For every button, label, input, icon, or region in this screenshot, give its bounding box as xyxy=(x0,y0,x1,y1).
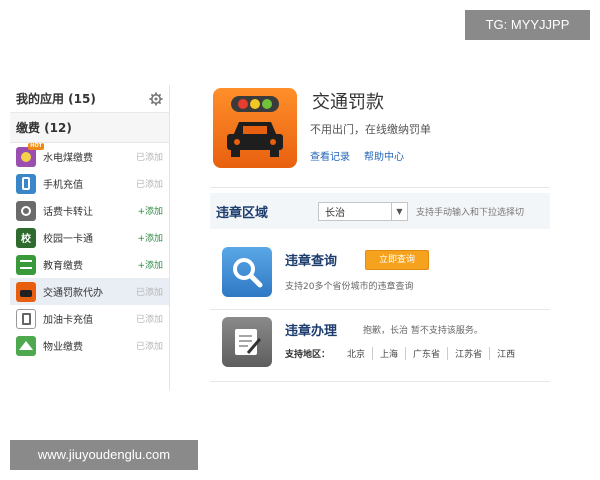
search-icon xyxy=(222,247,272,297)
violation-handle-title: 违章办理 xyxy=(285,324,338,339)
violation-query-subtitle: 支持20多个省份城市的违章查询 xyxy=(285,282,414,292)
phone-recharge-icon xyxy=(16,173,36,194)
sidebar-item-label: 交通罚款代办 xyxy=(43,288,103,299)
divider xyxy=(210,187,550,188)
region-item[interactable]: 广东省 xyxy=(406,347,449,360)
added-status: 已添加 xyxy=(135,342,163,352)
help-center-link[interactable]: 帮助中心 xyxy=(364,148,404,163)
sidebar-item-traffic-fine[interactable]: 交通罚款代办 已添加 xyxy=(10,278,169,305)
app-sidebar: 我的应用 (15) 缴费 (12) HOT 水电煤缴费 已添加 手机充值 已添加 xyxy=(10,85,170,390)
violation-handle-section: 违章办理 抱歉，长治 暂不支持该服务。 支持地区： 北京 上海 广东省 江苏省 … xyxy=(210,313,550,373)
added-status: 已添加 xyxy=(135,153,163,163)
phone-card-icon xyxy=(16,200,36,221)
violation-query-section: 违章查询 立即查询 支持20多个省份城市的违章查询 xyxy=(210,243,550,303)
divider xyxy=(210,309,550,310)
add-button[interactable]: +添加 xyxy=(137,258,163,271)
watermark-bottom: www.jiuyoudenglu.com xyxy=(10,440,198,470)
main-panel: 交通罚款 不用出门，在线缴纳罚单 查看记录 帮助中心 违章区域 长治 ▼ 支持手… xyxy=(210,85,550,390)
region-item[interactable]: 北京 xyxy=(340,347,374,360)
region-label: 违章区域 xyxy=(216,205,269,221)
sidebar-item-label: 话费卡转让 xyxy=(43,207,93,218)
traffic-fine-app-icon xyxy=(213,88,297,168)
added-status: 已添加 xyxy=(135,288,163,298)
fuel-card-icon xyxy=(16,308,36,329)
sidebar-item-education[interactable]: 教育缴费 +添加 xyxy=(10,251,169,278)
hot-badge: HOT xyxy=(28,142,44,150)
utility-bill-icon: HOT xyxy=(16,142,44,167)
city-select-value: 长治 xyxy=(325,207,345,219)
section-payment-title: 缴费 (12) xyxy=(10,113,169,143)
query-now-button[interactable]: 立即查询 xyxy=(365,250,429,270)
gear-icon[interactable] xyxy=(149,92,163,106)
violation-query-title: 违章查询 xyxy=(285,254,338,269)
divider xyxy=(210,381,550,382)
sidebar-item-property[interactable]: 物业缴费 已添加 xyxy=(10,332,169,359)
sidebar-item-label: 物业缴费 xyxy=(43,342,83,353)
add-button[interactable]: +添加 xyxy=(137,204,163,217)
region-item[interactable]: 江苏省 xyxy=(448,347,491,360)
notepad-pen-icon xyxy=(222,317,272,367)
property-fee-icon xyxy=(16,335,36,356)
sidebar-item-label: 手机充值 xyxy=(43,180,83,191)
sidebar-item-label: 水电煤缴费 xyxy=(43,153,93,164)
my-apps-header: 我的应用 (15) xyxy=(10,85,169,113)
watermark-top: TG: MYYJJPP xyxy=(465,10,590,40)
sidebar-item-campus-card[interactable]: 校 校园一卡通 +添加 xyxy=(10,224,169,251)
city-select[interactable]: 长治 ▼ xyxy=(318,201,408,221)
unsupported-note: 抱歉，长治 暂不支持该服务。 xyxy=(363,326,483,336)
added-status: 已添加 xyxy=(135,315,163,325)
supported-regions-label: 支持地区： xyxy=(285,350,331,360)
sidebar-item-phone-card[interactable]: 话费卡转让 +添加 xyxy=(10,197,169,224)
education-fee-icon xyxy=(16,254,36,275)
violation-region-row: 违章区域 长治 ▼ 支持手动输入和下拉选择切 xyxy=(210,193,550,229)
my-apps-title: 我的应用 (15) xyxy=(16,92,96,106)
region-hint: 支持手动输入和下拉选择切 xyxy=(416,207,525,218)
campus-card-icon: 校 xyxy=(16,227,36,248)
add-button[interactable]: +添加 xyxy=(137,231,163,244)
traffic-fine-icon xyxy=(16,281,36,302)
chevron-down-icon[interactable]: ▼ xyxy=(391,202,407,220)
app-description: 不用出门，在线缴纳罚单 xyxy=(310,123,431,136)
sidebar-item-phone-recharge[interactable]: 手机充值 已添加 xyxy=(10,170,169,197)
sidebar-item-label: 校园一卡通 xyxy=(43,234,93,245)
app-header: 交通罚款 不用出门，在线缴纳罚单 查看记录 帮助中心 xyxy=(210,85,550,180)
region-item[interactable]: 上海 xyxy=(373,347,407,360)
app-title: 交通罚款 xyxy=(312,92,384,113)
added-status: 已添加 xyxy=(135,180,163,190)
sidebar-item-label: 教育缴费 xyxy=(43,261,83,272)
view-records-link[interactable]: 查看记录 xyxy=(310,148,350,163)
sidebar-item-label: 加油卡充值 xyxy=(43,315,93,326)
sidebar-item-fuel-card[interactable]: 加油卡充值 已添加 xyxy=(10,305,169,332)
supported-regions: 支持地区： 北京 上海 广东省 江苏省 江西 xyxy=(285,347,522,360)
sidebar-item-utility[interactable]: HOT 水电煤缴费 已添加 xyxy=(10,142,169,170)
region-item[interactable]: 江西 xyxy=(490,347,522,360)
